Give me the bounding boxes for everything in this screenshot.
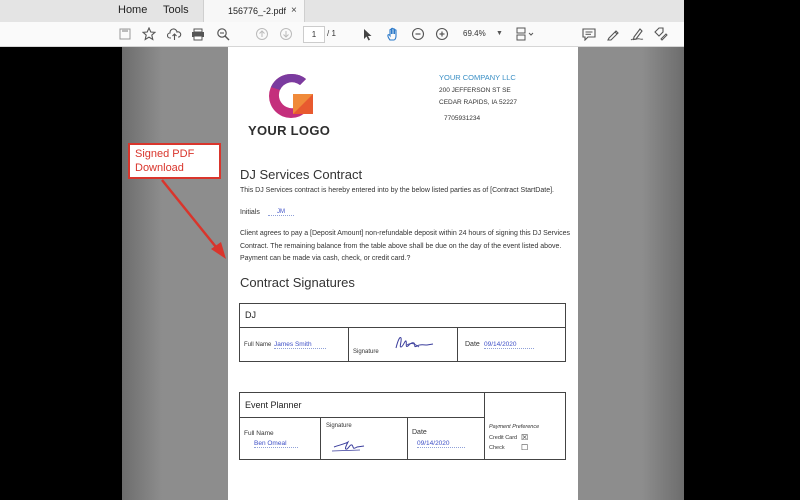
signatures-heading: Contract Signatures bbox=[240, 275, 355, 290]
dj-heading: DJ bbox=[245, 310, 256, 320]
dj-signature-table: DJ Full Name James Smith Signature Date … bbox=[239, 303, 566, 362]
deposit-paragraph: Client agrees to pay a [Deposit Amount] … bbox=[240, 230, 570, 262]
credit-card-label: Credit Card bbox=[489, 435, 518, 441]
company-phone: 7705931234 bbox=[444, 115, 481, 122]
company-name: YOUR COMPANY LLC bbox=[439, 73, 516, 82]
page-total: / 1 bbox=[327, 29, 336, 38]
annotation-line1: Signed PDF bbox=[135, 148, 195, 160]
page-down-icon[interactable] bbox=[278, 25, 294, 43]
contract-title: DJ Services Contract bbox=[240, 167, 363, 182]
menu-home[interactable]: Home bbox=[118, 4, 147, 16]
intro-text: This DJ Services contract is hereby ente… bbox=[240, 187, 554, 194]
annotation-callout: Signed PDF Download bbox=[128, 143, 221, 179]
tab-bar: Home Tools 156776_-2.pdf × bbox=[0, 0, 684, 23]
logo-text: YOUR LOGO bbox=[248, 123, 331, 138]
divider bbox=[240, 417, 484, 418]
pdf-viewer-window: Home Tools 156776_-2.pdf × 1 / 1 69.4% ▼… bbox=[0, 0, 684, 500]
dj-signature-image[interactable] bbox=[393, 332, 437, 354]
page-display-icon[interactable] bbox=[514, 25, 538, 43]
initials-field[interactable]: JM bbox=[268, 209, 294, 216]
tab-close-icon[interactable]: × bbox=[291, 5, 297, 16]
planner-full-name-label: Full Name bbox=[244, 430, 274, 437]
divider bbox=[457, 327, 458, 361]
divider bbox=[320, 417, 321, 459]
planner-date-field[interactable]: 09/14/2020 bbox=[417, 440, 465, 448]
check-checkbox[interactable]: ☐ bbox=[521, 443, 528, 452]
zoom-minus-icon[interactable] bbox=[410, 25, 426, 43]
dj-date-label: Date bbox=[465, 341, 480, 348]
planner-signature-table: Event Planner Full Name Ben Omeal Signat… bbox=[239, 392, 566, 460]
hand-tool-icon[interactable] bbox=[385, 25, 401, 43]
planner-signature-image[interactable] bbox=[330, 433, 380, 455]
dj-date-field[interactable]: 09/14/2020 bbox=[484, 341, 534, 349]
upload-icon[interactable] bbox=[166, 25, 182, 43]
zoom-out-search-icon[interactable] bbox=[215, 25, 231, 43]
divider bbox=[240, 327, 565, 328]
divider bbox=[484, 393, 485, 459]
tab-title: 156776_-2.pdf bbox=[228, 6, 287, 16]
check-label: Check bbox=[489, 445, 505, 451]
chevron-down-icon: ▼ bbox=[496, 30, 503, 37]
dj-full-name-field[interactable]: James Smith bbox=[274, 341, 326, 349]
pdf-page: YOUR LOGO YOUR COMPANY LLC 200 JEFFERSON… bbox=[228, 47, 578, 500]
print-icon[interactable] bbox=[190, 25, 206, 43]
divider bbox=[348, 327, 349, 361]
initials-label: Initials bbox=[240, 209, 260, 216]
select-pointer-icon[interactable] bbox=[361, 25, 375, 43]
planner-full-name-field[interactable]: Ben Omeal bbox=[254, 440, 298, 448]
page-up-icon[interactable] bbox=[254, 25, 270, 43]
zoom-level-select[interactable]: 69.4% ▼ bbox=[458, 26, 503, 41]
toolbar: 1 / 1 69.4% ▼ bbox=[0, 22, 684, 47]
right-edge bbox=[684, 0, 800, 500]
menu-tools[interactable]: Tools bbox=[163, 4, 189, 16]
document-tab[interactable]: 156776_-2.pdf × bbox=[203, 0, 305, 22]
address-line1: 200 JEFFERSON ST SE bbox=[439, 87, 511, 94]
left-edge bbox=[0, 47, 122, 500]
credit-card-checkbox[interactable]: ☒ bbox=[521, 433, 528, 442]
company-logo bbox=[269, 73, 313, 118]
star-icon[interactable] bbox=[141, 25, 157, 43]
address-line2: CEDAR RAPIDS, IA 52227 bbox=[439, 99, 518, 106]
annotation-line2: Download bbox=[135, 162, 184, 174]
planner-date-label: Date bbox=[412, 429, 427, 436]
fill-sign-icon[interactable] bbox=[653, 25, 669, 43]
planner-signature-label: Signature bbox=[326, 423, 352, 429]
planner-heading: Event Planner bbox=[245, 400, 302, 410]
comment-icon[interactable] bbox=[581, 25, 597, 43]
divider bbox=[407, 417, 408, 459]
sign-icon[interactable] bbox=[629, 25, 645, 43]
payment-preference-label: Payment Preference bbox=[489, 424, 540, 430]
save-icon[interactable] bbox=[118, 25, 132, 43]
page-number-input[interactable]: 1 bbox=[303, 26, 325, 43]
dj-full-name-label: Full Name bbox=[244, 342, 272, 348]
zoom-level-value: 69.4% bbox=[463, 29, 486, 38]
zoom-plus-icon[interactable] bbox=[434, 25, 450, 43]
highlight-pen-icon[interactable] bbox=[605, 25, 621, 43]
dj-signature-label: Signature bbox=[353, 349, 379, 355]
